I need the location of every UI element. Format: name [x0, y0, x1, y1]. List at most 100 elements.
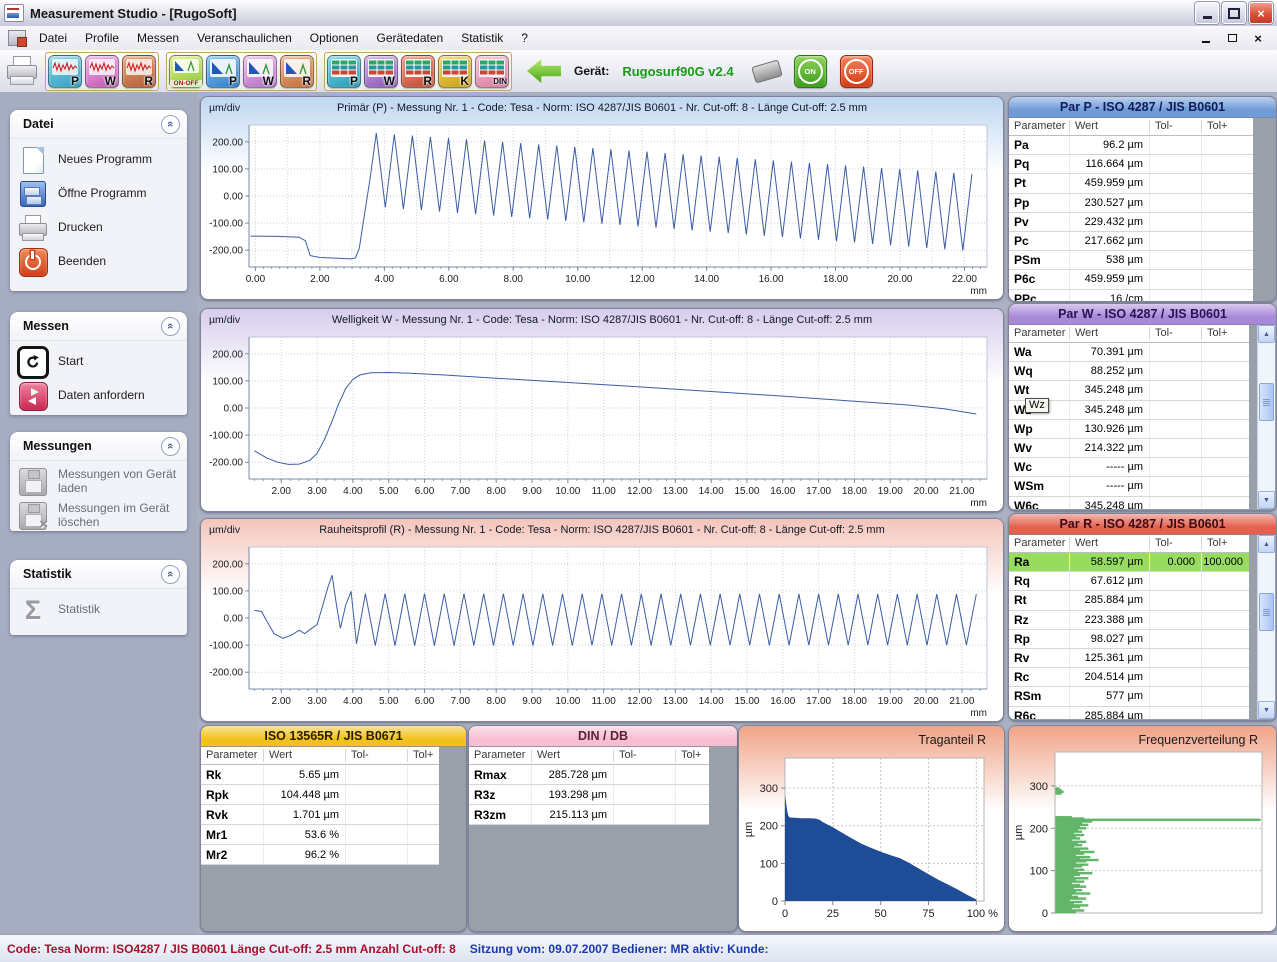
collapse-chevron-icon[interactable]: «: [161, 317, 180, 336]
frequency-distribution-panel: Frequenzverteilung R 0100200300µm: [1008, 725, 1277, 932]
restore-button[interactable]: [1222, 2, 1246, 24]
toolbar-button-profile-buttons-r[interactable]: R: [122, 55, 156, 88]
scroll-down-button[interactable]: ▼: [1258, 491, 1275, 509]
column-header-parameter: Parameter: [201, 749, 263, 762]
menu-item-veranschaulichen[interactable]: Veranschaulichen: [188, 28, 301, 48]
device-off-button[interactable]: OFF: [840, 55, 873, 88]
param-row-rsm[interactable]: RSm577 µm: [1009, 687, 1249, 706]
toolbar-button-label: W: [384, 74, 395, 88]
mdi-restore-button[interactable]: [1225, 31, 1239, 45]
param-row-wc[interactable]: Wc----- µm: [1009, 458, 1249, 477]
param-row-pq[interactable]: Pq116.664 µm: [1009, 155, 1253, 174]
menu-item-ger-tedaten[interactable]: Gerätedaten: [368, 28, 453, 48]
scrollbar-thumb[interactable]: [1259, 383, 1274, 421]
sidebar-item-messungen-im-ger-t-l-schen[interactable]: ×Messungen im Gerät löschen: [17, 499, 183, 531]
param-tol-minus-cell: 0.000: [1149, 553, 1201, 571]
collapse-chevron-icon[interactable]: «: [161, 115, 180, 134]
svg-text:200.00: 200.00: [212, 137, 243, 148]
sidebar-item-drucken[interactable]: Drucken: [17, 211, 183, 245]
param-row-pa[interactable]: Pa96.2 µm: [1009, 136, 1253, 155]
table-column-header: ParameterWertTol-Tol+: [1009, 535, 1249, 553]
print-toolbar-icon[interactable]: [6, 56, 38, 86]
param-row-rc[interactable]: Rc204.514 µm: [1009, 668, 1249, 687]
param-value-cell: 223.388 µm: [1069, 611, 1149, 629]
sidebar-item-messungen-von-ger-t-laden[interactable]: Messungen von Gerät laden: [17, 465, 183, 499]
param-tol-minus-cell: [1149, 232, 1201, 250]
toolbar-button-table-buttons-k[interactable]: K: [438, 55, 472, 88]
param-row-rvk[interactable]: Rvk1.701 µm: [201, 805, 439, 825]
table-column-header: ParameterWertTol-Tol+: [469, 747, 709, 765]
vertical-scrollbar[interactable]: ▲▼: [1257, 535, 1275, 719]
scroll-up-button[interactable]: ▲: [1258, 325, 1275, 343]
param-row-wv[interactable]: Wv214.322 µm: [1009, 439, 1249, 458]
param-row-wp[interactable]: Wp130.926 µm: [1009, 420, 1249, 439]
close-button[interactable]: ×: [1249, 2, 1273, 24]
param-row-pp[interactable]: Pp230.527 µm: [1009, 194, 1253, 213]
svg-text:mm: mm: [970, 498, 987, 509]
menu-item-profile[interactable]: Profile: [76, 28, 128, 48]
param-row-r3zm[interactable]: R3zm215.113 µm: [469, 805, 709, 825]
toolbar-button-profile-buttons-w[interactable]: W: [85, 55, 119, 88]
toolbar-button-profile-buttons-p[interactable]: P: [48, 55, 82, 88]
param-row-rv[interactable]: Rv125.361 µm: [1009, 649, 1249, 668]
param-row-rmax[interactable]: Rmax285.728 µm: [469, 765, 709, 785]
toolbar-button-table-buttons-din[interactable]: DIN: [475, 55, 509, 88]
toolbar-button-view-buttons-w[interactable]: W: [243, 55, 277, 88]
sidebar-item-daten-anfordern[interactable]: Daten anfordern: [17, 379, 183, 413]
sidebar-item-neues-programm[interactable]: Neues Programm: [17, 143, 183, 177]
scroll-up-button[interactable]: ▲: [1258, 535, 1275, 553]
param-row-rq[interactable]: Rq67.612 µm: [1009, 572, 1249, 591]
param-row-p6c[interactable]: P6c459.959 µm: [1009, 270, 1253, 289]
param-row-wsm[interactable]: WSm----- µm: [1009, 477, 1249, 496]
toolbar-button-table-buttons-p[interactable]: P: [327, 55, 361, 88]
param-row-wq[interactable]: Wq88.252 µm: [1009, 362, 1249, 381]
menu-item-help[interactable]: ?: [512, 28, 537, 48]
menu-item-optionen[interactable]: Optionen: [301, 28, 368, 48]
scrollbar-thumb[interactable]: [1259, 593, 1274, 631]
param-row-pv[interactable]: Pv229.432 µm: [1009, 213, 1253, 232]
back-arrow-icon[interactable]: [527, 59, 561, 83]
sidebar-item-statistik[interactable]: ΣStatistik: [17, 593, 183, 627]
svg-text:12.00: 12.00: [627, 486, 652, 497]
device-on-button[interactable]: ON: [794, 55, 827, 88]
param-row-rp[interactable]: Rp98.027 µm: [1009, 630, 1249, 649]
toolbar-button-view-buttons-r[interactable]: R: [280, 55, 314, 88]
param-row-r6c[interactable]: R6c285.884 µm: [1009, 707, 1249, 720]
param-row-ppc[interactable]: PPc16 /cm: [1009, 290, 1253, 303]
toolbar-button-view-buttons-p[interactable]: P: [206, 55, 240, 88]
sidebar-item-beenden[interactable]: Beenden: [17, 245, 183, 279]
param-row-pc[interactable]: Pc217.662 µm: [1009, 232, 1253, 251]
toolbar-button-view-buttons-on-off[interactable]: ON-OFF: [169, 55, 203, 88]
sidebar-item-start[interactable]: Start: [17, 345, 183, 379]
collapse-chevron-icon[interactable]: «: [161, 565, 180, 584]
svg-text:-200.00: -200.00: [209, 668, 243, 679]
svg-text:0.00: 0.00: [224, 404, 244, 415]
mdi-minimize-button[interactable]: [1199, 31, 1213, 45]
param-row-r3z[interactable]: R3z193.298 µm: [469, 785, 709, 805]
param-row-rk[interactable]: Rk5.65 µm: [201, 765, 439, 785]
param-row-pt[interactable]: Pt459.959 µm: [1009, 174, 1253, 193]
sidebar-item-ffne-programm[interactable]: Öffne Programm: [17, 177, 183, 211]
param-name-cell: Rpk: [201, 785, 263, 804]
param-row-ra[interactable]: Ra58.597 µm0.000100.000: [1009, 553, 1249, 572]
table-column-header: ParameterWertTol-Tol+: [1009, 118, 1253, 136]
menu-item-datei[interactable]: Datei: [30, 28, 76, 48]
collapse-chevron-icon[interactable]: «: [161, 437, 180, 456]
param-row-rpk[interactable]: Rpk104.448 µm: [201, 785, 439, 805]
param-row-mr2[interactable]: Mr296.2 %: [201, 845, 439, 865]
minimize-button[interactable]: [1195, 2, 1219, 24]
toolbar-button-table-buttons-w[interactable]: W: [364, 55, 398, 88]
param-row-w6c[interactable]: W6c345.248 µm: [1009, 497, 1249, 510]
param-row-rt[interactable]: Rt285.884 µm: [1009, 591, 1249, 610]
mdi-close-button[interactable]: ×: [1251, 31, 1265, 45]
param-row-mr1[interactable]: Mr153.6 %: [201, 825, 439, 845]
vertical-scrollbar[interactable]: ▲▼: [1257, 325, 1275, 509]
svg-text:-100.00: -100.00: [209, 219, 243, 230]
param-row-wa[interactable]: Wa70.391 µm: [1009, 343, 1249, 362]
param-row-psm[interactable]: PSm538 µm: [1009, 251, 1253, 270]
param-row-rz[interactable]: Rz223.388 µm: [1009, 611, 1249, 630]
toolbar-button-table-buttons-r[interactable]: R: [401, 55, 435, 88]
scroll-down-button[interactable]: ▼: [1258, 701, 1275, 719]
menu-item-statistik[interactable]: Statistik: [452, 28, 512, 48]
menu-item-messen[interactable]: Messen: [128, 28, 188, 48]
